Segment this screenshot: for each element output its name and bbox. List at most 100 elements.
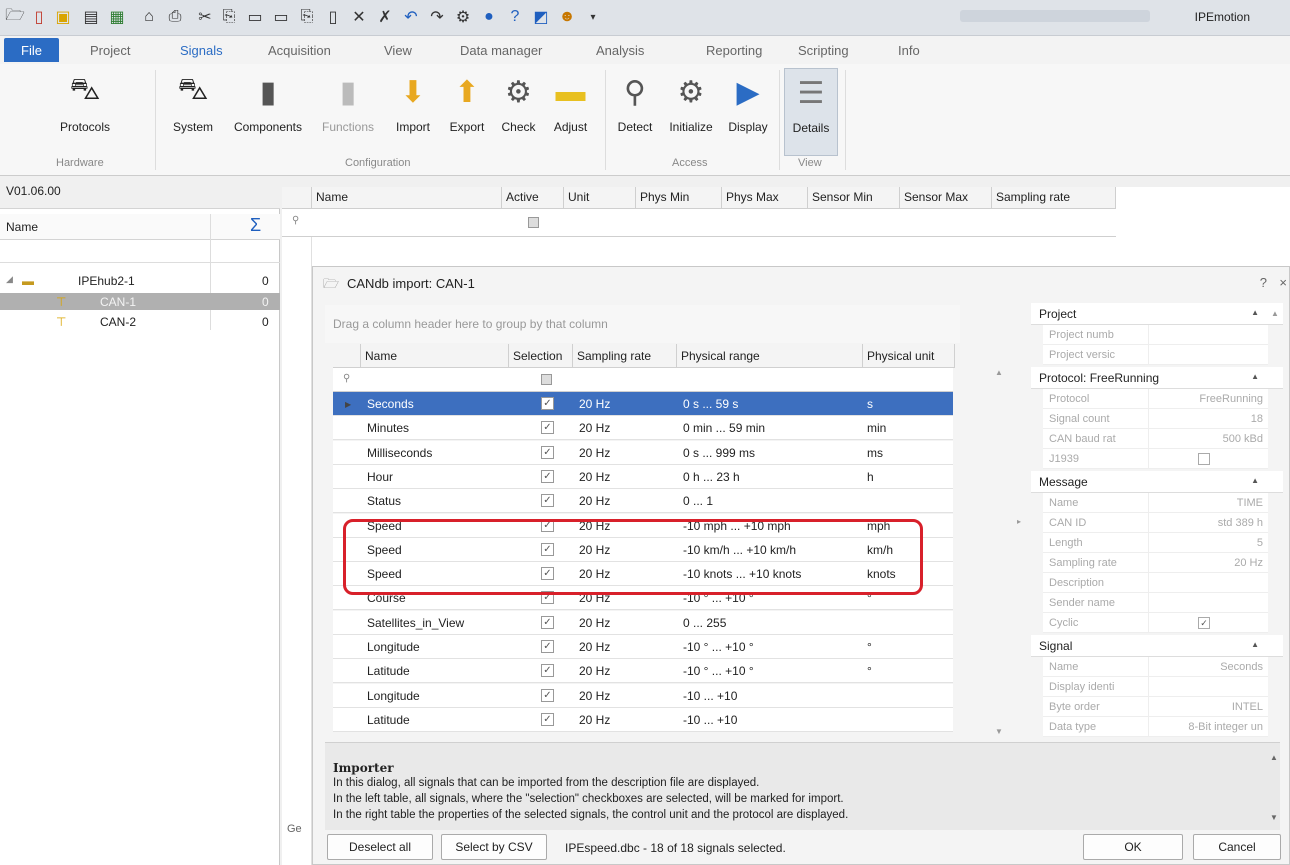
prop-row[interactable]: Byte order INTEL xyxy=(1043,697,1268,717)
desc-scroll-up-icon[interactable]: ▲ xyxy=(1270,753,1278,762)
selection-checkbox[interactable]: ✓ xyxy=(541,688,554,702)
prop-row[interactable]: Protocol FreeRunning xyxy=(1043,389,1268,409)
prop-row[interactable]: Cyclic ✓ xyxy=(1043,613,1268,633)
undo-icon[interactable]: ↶ xyxy=(400,6,422,28)
prop-row[interactable]: Signal count 18 xyxy=(1043,409,1268,429)
signal-row[interactable]: ▶ Seconds ✓ 20 Hz 0 s ... 59 s s xyxy=(333,392,953,416)
display-button[interactable]: ▶ Display xyxy=(722,74,774,154)
duplicate-icon[interactable]: ⎘ xyxy=(296,6,318,28)
stop-icon[interactable]: ● xyxy=(478,6,500,28)
grid-col-phys-min[interactable]: Phys Min xyxy=(636,187,722,209)
tree-item-can2[interactable]: ⊤ CAN-2 0 xyxy=(0,313,280,330)
tree-filter-row[interactable] xyxy=(0,241,280,263)
signal-row[interactable]: Satellites_in_View ✓ 20 Hz 0 ... 255 xyxy=(333,610,953,635)
menu-project[interactable]: Project xyxy=(90,43,130,58)
settings-icon[interactable]: ⚙ xyxy=(452,6,474,28)
detect-button[interactable]: ⚲ Detect xyxy=(610,74,660,154)
delete-all-icon[interactable]: ✗ xyxy=(374,6,396,28)
prop-checkbox[interactable] xyxy=(1198,453,1210,465)
menu-signals[interactable]: Signals xyxy=(180,43,223,58)
menu-data-manager[interactable]: Data manager xyxy=(460,43,542,58)
customize-icon[interactable]: ▾ xyxy=(582,6,604,28)
prop-row[interactable]: Description xyxy=(1043,573,1268,593)
prop-section-project[interactable]: Project ▲ xyxy=(1031,303,1283,325)
menu-reporting[interactable]: Reporting xyxy=(706,43,762,58)
selection-checkbox[interactable]: ✓ xyxy=(541,445,554,459)
prop-row[interactable]: Project numb xyxy=(1043,325,1268,345)
selection-checkbox[interactable]: ✓ xyxy=(541,615,554,629)
select-by-csv-button[interactable]: Select by CSV xyxy=(441,834,547,860)
table-scroll-down-icon[interactable]: ▼ xyxy=(995,727,1003,736)
prop-row[interactable]: Display identi xyxy=(1043,677,1268,697)
col-sampling-rate-header[interactable]: Sampling rate xyxy=(573,344,677,368)
prop-row[interactable]: J1939 xyxy=(1043,449,1268,469)
tool-icon[interactable]: ◩ xyxy=(530,6,552,28)
menu-info[interactable]: Info xyxy=(898,43,920,58)
grid-col-sampling-rate[interactable]: Sampling rate xyxy=(992,187,1116,209)
prop-row[interactable]: Name Seconds xyxy=(1043,657,1268,677)
signal-row[interactable]: Milliseconds ✓ 20 Hz 0 s ... 999 ms ms xyxy=(333,440,953,465)
prop-row[interactable]: CAN ID std 389 h xyxy=(1043,513,1268,533)
grid-col-sensor-max[interactable]: Sensor Max xyxy=(900,187,992,209)
redo-icon[interactable]: ↷ xyxy=(426,6,448,28)
prop-row[interactable]: Name TIME xyxy=(1043,493,1268,513)
selection-checkbox[interactable]: ✓ xyxy=(541,469,554,483)
import-button[interactable]: ⬇ Import xyxy=(388,74,438,154)
selection-filter-checkbox[interactable] xyxy=(541,374,552,385)
user-icon[interactable]: ☻ xyxy=(556,6,578,28)
tree-item-ipehub[interactable]: ◢ ▬ IPEhub2-1 0 xyxy=(0,272,280,289)
tab-stub[interactable]: Ge xyxy=(287,823,302,835)
deselect-all-button[interactable]: Deselect all xyxy=(327,834,433,860)
prop-section-message[interactable]: Message ▲ xyxy=(1031,471,1283,493)
help-icon[interactable]: ? xyxy=(504,6,526,28)
menu-file[interactable]: File xyxy=(4,38,59,62)
prop-section-protocol[interactable]: Protocol: FreeRunning ▲ xyxy=(1031,367,1283,389)
prop-row[interactable]: Sampling rate 20 Hz xyxy=(1043,553,1268,573)
hardware-icon[interactable]: ⌂ xyxy=(138,6,160,28)
components-button[interactable]: ▮ Components xyxy=(228,74,308,154)
save-icon[interactable]: ▣ xyxy=(52,6,74,28)
prop-section-signal[interactable]: Signal ▲ xyxy=(1031,635,1283,657)
cancel-button[interactable]: Cancel xyxy=(1193,834,1281,860)
details-button[interactable]: ☰ Details xyxy=(784,68,838,156)
prop-row[interactable]: Sender name xyxy=(1043,593,1268,613)
tree-name-header[interactable]: Name xyxy=(6,220,38,234)
prop-row[interactable]: Data type 8-Bit integer un xyxy=(1043,717,1268,737)
adjust-button[interactable]: ▬ Adjust xyxy=(548,74,593,154)
collapse-icon[interactable]: ◢ xyxy=(6,274,13,285)
ok-button[interactable]: OK xyxy=(1083,834,1183,860)
print-icon[interactable]: ⎙ xyxy=(164,6,186,28)
protocols-button[interactable]: ⛍ Protocols xyxy=(55,73,115,154)
prop-row[interactable]: CAN baud rat 500 kBd xyxy=(1043,429,1268,449)
menu-scripting[interactable]: Scripting xyxy=(798,43,849,58)
active-filter-checkbox[interactable] xyxy=(528,217,539,228)
selection-checkbox[interactable]: ✓ xyxy=(541,494,554,508)
col-selection-header[interactable]: Selection xyxy=(509,344,573,368)
collapse-section-icon[interactable]: ▲ xyxy=(1251,476,1259,485)
col-name-header[interactable]: Name xyxy=(361,344,509,368)
system-button[interactable]: ⛍ System xyxy=(168,73,218,154)
grid-col-sensor-min[interactable]: Sensor Min xyxy=(808,187,900,209)
export-button[interactable]: ⬆ Export xyxy=(442,74,492,154)
desc-scroll-down-icon[interactable]: ▼ xyxy=(1270,813,1278,822)
check-button[interactable]: ⚙ Check xyxy=(496,74,541,154)
table-scroll-up-icon[interactable]: ▲ xyxy=(995,368,1003,377)
col-physical-range-header[interactable]: Physical range xyxy=(677,344,863,368)
menu-view[interactable]: View xyxy=(384,43,412,58)
folder-icon[interactable]: 🗁 xyxy=(4,6,26,28)
props-scroll-up-icon[interactable]: ▲ xyxy=(1271,309,1279,318)
initialize-button[interactable]: ⚙ Initialize xyxy=(664,74,718,154)
collapse-section-icon[interactable]: ▲ xyxy=(1251,308,1259,317)
selection-checkbox[interactable]: ✓ xyxy=(541,712,554,726)
cut-icon[interactable]: ✂ xyxy=(194,6,216,28)
selection-checkbox[interactable]: ✓ xyxy=(541,640,554,653)
prop-checkbox[interactable]: ✓ xyxy=(1198,617,1210,629)
selection-checkbox[interactable]: ✓ xyxy=(541,397,554,410)
help-button[interactable]: ? xyxy=(1260,275,1267,290)
delete-icon[interactable]: ✕ xyxy=(348,6,370,28)
paste-icon[interactable]: ▭ xyxy=(244,6,266,28)
prop-row[interactable]: Project versic xyxy=(1043,345,1268,365)
selection-checkbox[interactable]: ✓ xyxy=(541,421,554,435)
signal-row[interactable]: Latitude ✓ 20 Hz -10 ... +10 xyxy=(333,707,953,732)
signal-row[interactable]: Latitude ✓ 20 Hz -10 ° ... +10 ° ° xyxy=(333,659,953,684)
